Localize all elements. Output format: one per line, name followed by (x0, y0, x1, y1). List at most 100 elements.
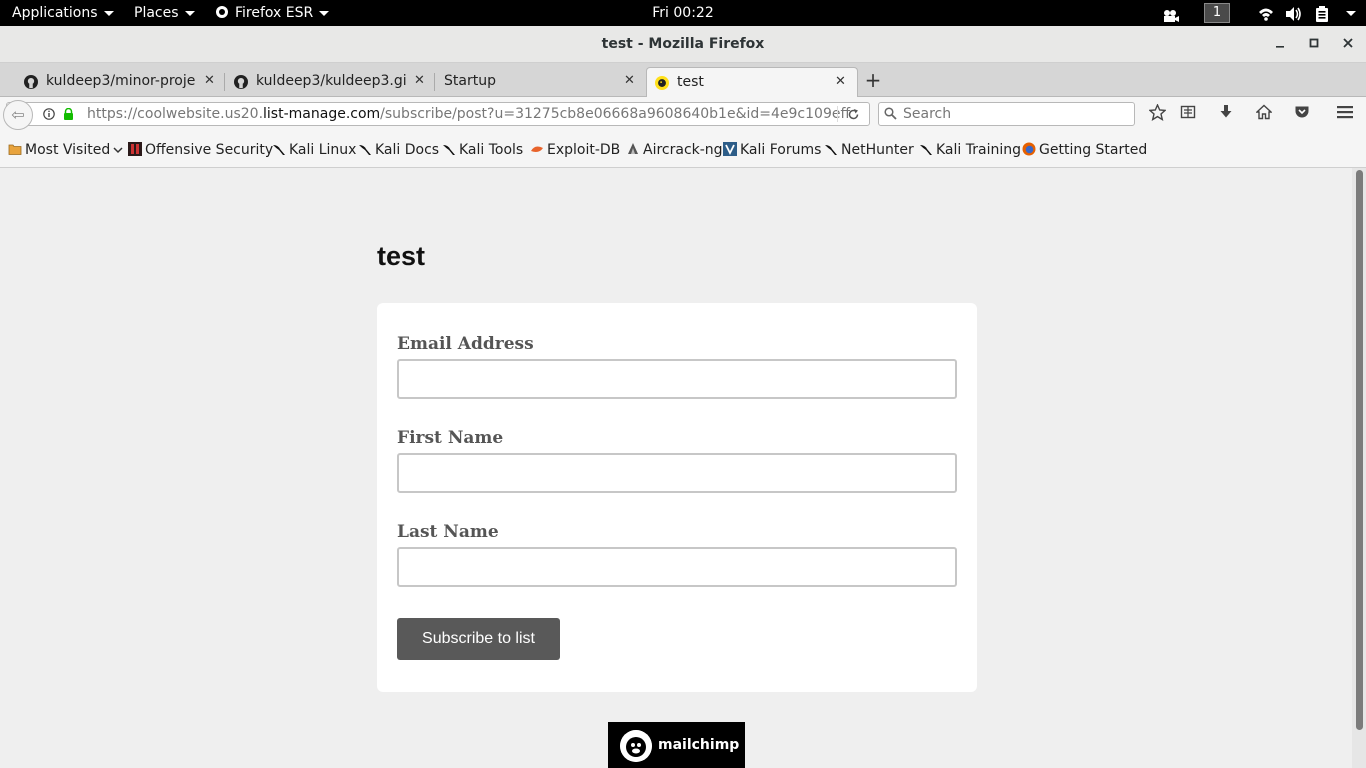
mailchimp-logo[interactable]: mailchimp (608, 722, 745, 768)
search-placeholder: Search (903, 106, 952, 122)
bookmark-label: Getting Started (1039, 142, 1148, 158)
email-label: Email Address (397, 334, 534, 354)
bookmark-getting-started[interactable]: Getting Started (1022, 132, 1147, 168)
bookmark-label: Kali Forums (740, 142, 822, 158)
tab-label: test (677, 74, 704, 90)
bookmark-label: Kali Tools (459, 142, 524, 158)
bookmark-kali-docs[interactable]: Kali Docs (358, 132, 439, 168)
reading-list-icon[interactable] (1177, 104, 1199, 126)
bookmark-kali-training[interactable]: Kali Training (919, 132, 1021, 168)
url-bar[interactable]: https://coolwebsite.us20.list-manage.com… (6, 102, 870, 126)
kali-dragon-icon (920, 145, 932, 155)
bookmark-label: Most Visited (25, 142, 111, 158)
email-field[interactable] (397, 359, 957, 399)
bookmark-label: Exploit-DB (547, 142, 621, 158)
applications-label: Applications (12, 5, 98, 21)
kali-dragon-icon (825, 145, 837, 155)
hamburger-menu-icon[interactable] (1334, 104, 1356, 126)
browser-menu-label: Firefox ESR (235, 5, 314, 21)
kali-forums-icon (723, 142, 737, 156)
tab-label: kuldeep3/minor-proje… (46, 73, 196, 89)
places-label: Places (134, 5, 179, 21)
first-name-field[interactable] (397, 453, 957, 493)
bookmark-star-icon[interactable] (1146, 103, 1168, 126)
chevron-down-icon (184, 10, 195, 16)
back-arrow-icon: ⇦ (11, 105, 25, 124)
search-input[interactable]: Search (878, 102, 1135, 126)
bookmark-nethunter[interactable]: NetHunter (824, 132, 914, 168)
reload-icon[interactable] (847, 108, 860, 121)
bookmarks-toolbar: Most Visited Offensive Security Kali Lin… (0, 132, 1366, 168)
first-name-label: First Name (397, 428, 504, 448)
last-name-label: Last Name (397, 522, 499, 542)
tab-test[interactable]: test ✕ (646, 67, 858, 97)
chevron-down-icon (113, 147, 123, 154)
firefox-icon (216, 6, 228, 18)
chevron-down-icon (319, 10, 330, 16)
applications-menu[interactable]: Applications (12, 0, 114, 26)
bookmark-exploit-db[interactable]: Exploit-DB (530, 132, 620, 168)
bookmark-label: Kali Linux (289, 142, 357, 158)
workspace-indicator[interactable]: 1 (1204, 3, 1230, 23)
scrollbar-thumb[interactable] (1356, 170, 1363, 730)
kali-dragon-icon (273, 145, 285, 155)
wifi-icon[interactable] (1258, 5, 1274, 21)
lock-icon[interactable] (63, 108, 74, 120)
chevron-down-icon (1346, 10, 1356, 16)
close-window-button[interactable] (1338, 35, 1358, 55)
bookmark-kali-linux[interactable]: Kali Linux (272, 132, 356, 168)
tab-startup[interactable]: Startup ✕ (420, 67, 644, 97)
bookmark-kali-forums[interactable]: Kali Forums (723, 132, 821, 168)
bookmark-label: Aircrack-ng (643, 142, 723, 158)
tab-label: kuldeep3/kuldeep3.gi… (256, 73, 406, 89)
signup-form-card: Email Address First Name Last Name Subsc… (377, 303, 977, 692)
firefox-icon (1022, 142, 1036, 156)
kali-dragon-icon (359, 145, 371, 155)
tab-github-kuldeep3-io[interactable]: kuldeep3/kuldeep3.gi… ✕ (210, 67, 434, 97)
last-name-field[interactable] (397, 547, 957, 587)
close-tab-icon[interactable]: ✕ (624, 67, 635, 95)
browser-app-menu[interactable]: Firefox ESR (215, 0, 330, 26)
mailchimp-icon (655, 76, 669, 90)
mailchimp-wordmark: mailchimp (658, 737, 740, 753)
bookmark-offensive-security[interactable]: Offensive Security (128, 132, 273, 168)
bookmark-label: Offensive Security (145, 142, 274, 158)
places-menu[interactable]: Places (134, 0, 195, 26)
minimize-button[interactable] (1270, 35, 1290, 55)
pocket-icon[interactable] (1291, 104, 1313, 126)
download-icon[interactable] (1215, 104, 1237, 126)
system-top-bar: Applications Places Firefox ESR Fri 00:2… (0, 0, 1366, 26)
bookmark-label: Kali Training (936, 142, 1021, 158)
info-icon[interactable] (43, 108, 55, 120)
tab-strip: kuldeep3/minor-proje… ✕ kuldeep3/kuldeep… (0, 63, 1366, 97)
page-scrollbar[interactable] (1352, 168, 1366, 768)
plus-icon: + (864, 68, 882, 92)
exploit-db-icon (531, 146, 543, 152)
close-icon (1343, 38, 1353, 48)
page-content: test Email Address First Name Last Name … (0, 168, 1352, 768)
folder-icon (8, 144, 22, 155)
volume-icon[interactable] (1285, 5, 1302, 21)
maximize-button[interactable] (1304, 35, 1324, 55)
mailchimp-freddie-icon (620, 730, 652, 762)
new-tab-button[interactable]: + (864, 67, 882, 95)
tab-github-minor-project[interactable]: kuldeep3/minor-proje… ✕ (0, 67, 224, 97)
bookmark-aircrack-ng[interactable]: Aircrack-ng (626, 132, 723, 168)
video-camera-icon[interactable] (1162, 6, 1180, 22)
window-title: test - Mozilla Firefox (601, 36, 765, 52)
url-host: list-manage.com (263, 106, 381, 122)
offensive-security-icon (128, 142, 142, 156)
url-text[interactable]: https://coolwebsite.us20.list-manage.com… (87, 103, 850, 125)
url-path: /subscribe/post?u=31275cb8e06668a9608640… (380, 106, 851, 122)
aircrack-icon (628, 143, 638, 154)
system-menu[interactable] (1340, 0, 1356, 26)
bookmark-kali-tools[interactable]: Kali Tools (442, 132, 523, 168)
bookmark-most-visited[interactable]: Most Visited (8, 132, 123, 168)
page-title: test (377, 241, 426, 271)
navigation-bar: https://coolwebsite.us20.list-manage.com… (0, 97, 1366, 132)
back-button[interactable]: ⇦ (3, 100, 33, 130)
home-icon[interactable] (1253, 104, 1275, 126)
subscribe-button[interactable]: Subscribe to list (397, 618, 560, 660)
battery-icon[interactable] (1315, 5, 1329, 22)
close-tab-icon[interactable]: ✕ (835, 68, 846, 96)
